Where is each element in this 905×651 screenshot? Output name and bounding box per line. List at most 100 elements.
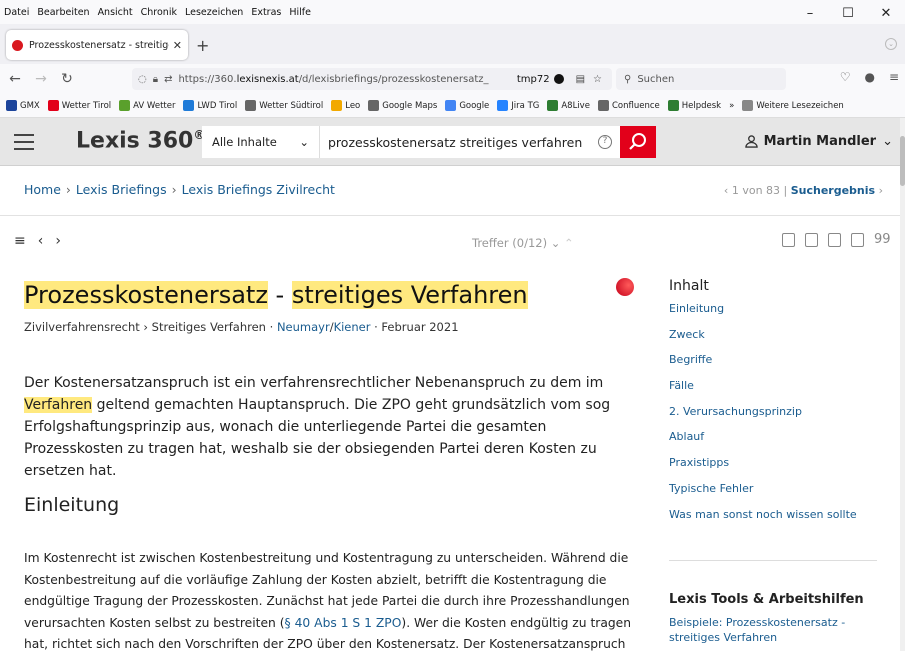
minimize-button[interactable]: – bbox=[791, 0, 829, 24]
menu-hilfe[interactable]: Hilfe bbox=[289, 7, 311, 18]
address-bar[interactable]: ◌ 🔒︎ ⇄ https://360.lexisnexis.at/d/lexis… bbox=[132, 68, 612, 90]
breadcrumb-sep: › bbox=[65, 182, 71, 197]
toc-item-sonst-wissen[interactable]: Was man sonst noch wissen sollte bbox=[669, 508, 899, 534]
menu-lesezeichen[interactable]: Lesezeichen bbox=[185, 7, 243, 18]
author-neumayr-link[interactable]: Neumayr bbox=[277, 320, 330, 334]
bookmarks-overflow-icon[interactable]: » bbox=[729, 101, 734, 111]
bookmark-item[interactable]: Leo bbox=[331, 100, 360, 111]
page-scrollbar[interactable] bbox=[900, 118, 905, 651]
hit-up-icon[interactable]: ⌃ bbox=[564, 236, 574, 250]
toc-item-einleitung[interactable]: Einleitung bbox=[669, 302, 899, 328]
bookmark-item[interactable]: GMX bbox=[6, 100, 40, 111]
lead-text-1: Der Kostenersatzanspruch ist ein verfahr… bbox=[24, 375, 604, 391]
tab-title: Prozesskostenersatz - streitiges bbox=[29, 39, 169, 51]
bookmark-item[interactable]: Confluence bbox=[597, 100, 660, 111]
email-icon[interactable] bbox=[851, 233, 864, 247]
breadcrumb-home[interactable]: Home bbox=[24, 182, 61, 197]
search-input[interactable]: prozesskostenersatz streitiges verfahren… bbox=[320, 126, 620, 158]
lexis-logo[interactable]: Lexis 360® bbox=[76, 128, 205, 153]
breadcrumb-zivilrecht[interactable]: Lexis Briefings Zivilrecht bbox=[182, 182, 335, 197]
document-actions: 99 bbox=[782, 233, 891, 247]
tools-item-beispiele[interactable]: Beispiele: Prozesskostenersatz - streiti… bbox=[669, 615, 897, 645]
breadcrumb-lexis-briefings[interactable]: Lexis Briefings bbox=[76, 182, 167, 197]
toc-item-begriffe[interactable]: Begriffe bbox=[669, 353, 899, 379]
search-button[interactable] bbox=[620, 126, 656, 158]
toc-toggle-icon[interactable]: ≡ bbox=[14, 233, 26, 249]
toc-item-verursachungsprinzip[interactable]: 2. Verursachungsprinzip bbox=[669, 405, 899, 431]
bookmark-item[interactable]: A8Live bbox=[547, 100, 590, 111]
bookmark-item[interactable]: Wetter Tirol bbox=[47, 100, 111, 111]
scrollbar-thumb[interactable] bbox=[900, 136, 905, 186]
menu-chronik[interactable]: Chronik bbox=[141, 7, 177, 18]
back-icon[interactable]: ← bbox=[4, 71, 26, 87]
new-tab-button[interactable]: + bbox=[196, 36, 209, 55]
menu-bearbeiten[interactable]: Bearbeiten bbox=[37, 7, 89, 18]
reload-icon[interactable]: ↻ bbox=[56, 71, 78, 87]
close-window-button[interactable]: ✕ bbox=[867, 0, 905, 24]
reader-view-icon[interactable]: ▤ bbox=[576, 74, 585, 85]
search-icon: ⚲ bbox=[624, 73, 632, 85]
hit-down-icon[interactable]: ⌄ bbox=[551, 236, 561, 250]
next-doc-icon[interactable]: › bbox=[55, 233, 61, 249]
bookmark-item[interactable]: Weitere Lesezeichen bbox=[742, 100, 844, 111]
toc-item-typische-fehler[interactable]: Typische Fehler bbox=[669, 482, 899, 508]
toc-item-ablauf[interactable]: Ablauf bbox=[669, 430, 899, 456]
toc-item-zweck[interactable]: Zweck bbox=[669, 328, 899, 354]
search-query-text: prozesskostenersatz streitiges verfahren bbox=[328, 134, 583, 150]
meta-date: · Februar 2021 bbox=[374, 320, 459, 334]
bookmark-item[interactable]: AV Wetter bbox=[119, 100, 175, 111]
bookmark-item[interactable]: Google Maps bbox=[368, 100, 437, 111]
scope-select[interactable]: Alle Inhalte ⌄ bbox=[202, 126, 320, 158]
bookmark-favicon-icon bbox=[6, 100, 17, 111]
user-menu[interactable]: Martin Mandler ⌄ bbox=[744, 134, 893, 149]
lock-icon[interactable]: 🔒︎ bbox=[153, 74, 158, 85]
app-menu-icon[interactable]: ≡ bbox=[889, 70, 899, 84]
prev-result-icon[interactable]: ‹ bbox=[724, 184, 728, 197]
meta-path: Zivilverfahrensrecht › Streitiges Verfah… bbox=[24, 320, 274, 334]
bookmark-label: Jira TG bbox=[511, 100, 540, 111]
suchergebnis-link[interactable]: Suchergebnis bbox=[791, 184, 875, 197]
bookmark-item[interactable]: Google bbox=[445, 100, 489, 111]
menu-extras[interactable]: Extras bbox=[251, 7, 281, 18]
extension-dot-icon[interactable] bbox=[553, 74, 564, 84]
shield-icon[interactable]: ◌ bbox=[138, 74, 147, 85]
bookmark-favicon-icon bbox=[445, 100, 457, 111]
quote-icon[interactable]: 99 bbox=[874, 233, 891, 247]
next-result-icon[interactable]: › bbox=[879, 184, 883, 197]
pocket-icon[interactable]: ♡ bbox=[840, 70, 851, 84]
toc-item-faelle[interactable]: Fälle bbox=[669, 379, 899, 405]
extension-icon[interactable]: ● bbox=[864, 70, 874, 84]
menu-datei[interactable]: Datei bbox=[4, 7, 29, 18]
url-path: /d/lexisbriefings/prozesskostenersatz_ bbox=[298, 73, 489, 85]
zpo-reference-link[interactable]: § 40 Abs 1 S 1 ZPO bbox=[285, 616, 402, 630]
print-icon[interactable] bbox=[805, 233, 818, 247]
lead-highlight: Verfahren bbox=[24, 397, 93, 413]
browser-search-box[interactable]: ⚲ Suchen bbox=[616, 68, 786, 90]
bookmark-item[interactable]: Jira TG bbox=[497, 100, 539, 111]
logo-text: Lexis 360 bbox=[76, 128, 194, 154]
bookmark-item[interactable]: Helpdesk bbox=[667, 100, 721, 111]
bookmark-label: Google Maps bbox=[382, 100, 438, 111]
menu-ansicht[interactable]: Ansicht bbox=[98, 7, 133, 18]
active-tab[interactable]: Prozesskostenersatz - streitiges ✕ bbox=[6, 30, 188, 60]
bookmark-favicon-icon bbox=[667, 100, 679, 111]
bookmark-item[interactable]: Wetter Südtirol bbox=[245, 100, 323, 111]
page-title: Prozesskostenersatz - streitiges Verfahr… bbox=[24, 281, 528, 309]
forward-icon[interactable]: → bbox=[30, 71, 52, 87]
bookmark-favicon-icon bbox=[368, 100, 380, 111]
toc-item-praxistipps[interactable]: Praxistipps bbox=[669, 456, 899, 482]
help-icon[interactable]: ? bbox=[598, 135, 612, 149]
permissions-icon[interactable]: ⇄ bbox=[164, 74, 172, 85]
bookmark-item[interactable]: LWD Tirol bbox=[183, 100, 237, 111]
download-icon[interactable] bbox=[828, 233, 841, 247]
tab-close-icon[interactable]: ✕ bbox=[173, 39, 182, 52]
bookmark-icon[interactable] bbox=[782, 233, 795, 247]
previous-doc-icon[interactable]: ‹ bbox=[38, 233, 44, 249]
hamburger-menu-icon[interactable] bbox=[14, 134, 34, 150]
bookmark-favicon-icon bbox=[245, 100, 257, 111]
author-kiener-link[interactable]: Kiener bbox=[334, 320, 371, 334]
tab-list-icon[interactable]: ⌄ bbox=[885, 38, 897, 50]
maximize-button[interactable]: ☐ bbox=[829, 0, 867, 24]
bookmark-favicon-icon bbox=[547, 100, 559, 111]
bookmark-star-icon[interactable]: ☆ bbox=[593, 74, 602, 85]
